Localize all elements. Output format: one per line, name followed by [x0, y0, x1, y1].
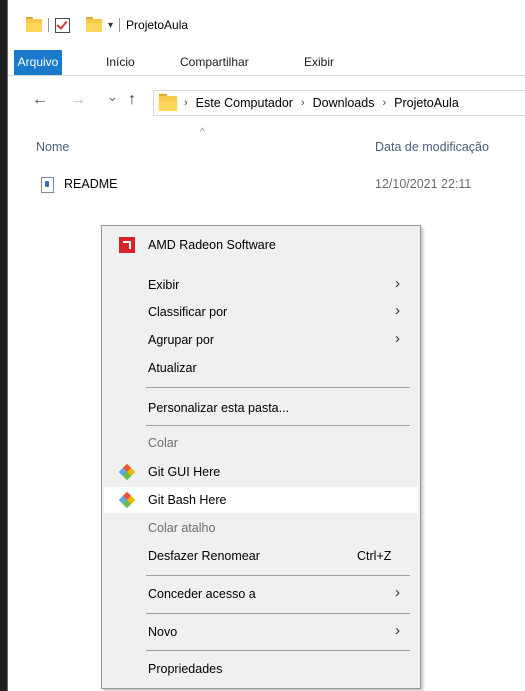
submenu-chevron-icon: › [395, 584, 400, 601]
window-title: ProjetoAula [126, 18, 189, 32]
menu-item-colar-atalho: Colar atalho [104, 515, 418, 541]
menu-item-propriedades[interactable]: Propriedades [104, 656, 418, 682]
breadcrumb-chevron-icon[interactable]: › [184, 97, 188, 109]
breadcrumb-chevron-icon[interactable]: › [301, 97, 305, 109]
menu-item-label: Personalizar esta pasta... [148, 401, 290, 415]
git-icon [118, 491, 136, 509]
menu-item-label: Propriedades [148, 662, 223, 676]
submenu-chevron-icon: › [395, 275, 400, 292]
forward-arrow-icon[interactable]: → [70, 91, 86, 109]
breadcrumb-projetoaula[interactable]: ProjetoAula [394, 96, 459, 110]
toolbar-separator [48, 18, 49, 32]
title-bar: ▾ ProjetoAula [8, 0, 525, 50]
navigation-bar: ← → ⌄ ↑ › Este Computador › Downloads › … [8, 85, 525, 119]
menu-item-label: Exibir [148, 278, 180, 292]
submenu-chevron-icon: › [395, 302, 400, 319]
menu-item-label: Git Bash Here [148, 493, 227, 507]
toolbar-separator [119, 18, 121, 32]
breadcrumb-chevron-icon[interactable]: › [382, 97, 386, 109]
address-bar[interactable]: › Este Computador › Downloads › ProjetoA… [153, 90, 525, 116]
menu-item-agrupar-por[interactable]: Agrupar por › [104, 327, 418, 353]
menu-item-classificar-por[interactable]: Classificar por › [104, 299, 418, 325]
amd-radeon-icon [119, 237, 135, 253]
file-row[interactable]: README 12/10/2021 22:11 [8, 172, 525, 198]
menu-item-label: Git GUI Here [148, 465, 221, 479]
tab-exibir[interactable]: Exibir [304, 50, 334, 75]
text-file-icon [41, 177, 54, 193]
folder-icon [158, 93, 178, 111]
window-left-edge [0, 0, 8, 691]
folder-icon[interactable] [26, 16, 42, 32]
quick-access-toolbar: ▾ ProjetoAula [26, 14, 188, 36]
breadcrumb-este-computador[interactable]: Este Computador [196, 96, 293, 110]
file-date-modified: 12/10/2021 22:11 [375, 177, 472, 191]
context-menu: AMD Radeon Software Exibir › Classificar… [101, 225, 421, 689]
new-folder-icon[interactable] [86, 16, 102, 32]
menu-item-git-bash-here[interactable]: Git Bash Here [104, 487, 418, 513]
breadcrumb-downloads[interactable]: Downloads [313, 96, 375, 110]
recent-locations-chevron-icon[interactable]: ⌄ [107, 89, 118, 105]
menu-item-git-gui-here[interactable]: Git GUI Here [104, 459, 418, 485]
sort-ascending-icon: ^ [200, 127, 205, 138]
menu-item-label: Colar [148, 436, 178, 450]
back-arrow-icon[interactable]: ← [32, 91, 48, 109]
shortcut-label: Ctrl+Z [357, 549, 392, 563]
menu-item-label: Desfazer Renomear [148, 549, 260, 563]
menu-item-label: Conceder acesso a [148, 587, 256, 601]
menu-separator [146, 613, 410, 614]
menu-item-label: Colar atalho [148, 521, 216, 535]
customize-toolbar-dropdown[interactable]: ▾ [108, 20, 113, 31]
column-header-name[interactable]: Nome [36, 140, 69, 154]
column-header-date-modified[interactable]: Data de modificação [375, 140, 489, 154]
git-icon [118, 463, 136, 481]
menu-item-label: AMD Radeon Software [148, 238, 276, 252]
menu-item-desfazer-renomear[interactable]: Desfazer Renomear Ctrl+Z [104, 543, 418, 569]
menu-item-colar: Colar [104, 430, 418, 456]
submenu-chevron-icon: › [395, 330, 400, 347]
menu-item-amd-radeon-software[interactable]: AMD Radeon Software [104, 232, 418, 258]
menu-item-label: Classificar por [148, 305, 228, 319]
menu-item-label: Atualizar [148, 361, 197, 375]
file-name: README [64, 177, 118, 191]
tab-compartilhar[interactable]: Compartilhar [180, 50, 249, 75]
menu-separator [146, 650, 410, 651]
menu-separator [146, 575, 410, 576]
menu-item-label: Novo [148, 625, 178, 639]
menu-item-label: Agrupar por [148, 333, 215, 347]
menu-item-personalizar-esta-pasta[interactable]: Personalizar esta pasta... [104, 395, 418, 421]
menu-item-exibir[interactable]: Exibir › [104, 272, 418, 298]
menu-separator [146, 387, 410, 388]
menu-item-conceder-acesso-a[interactable]: Conceder acesso a › [104, 581, 418, 607]
menu-item-novo[interactable]: Novo › [104, 619, 418, 645]
ribbon-tabs: Arquivo Início Compartilhar Exibir [8, 50, 525, 76]
tab-inicio[interactable]: Início [106, 50, 135, 75]
menu-item-atualizar[interactable]: Atualizar [104, 355, 418, 381]
submenu-chevron-icon: › [395, 622, 400, 639]
tab-arquivo[interactable]: Arquivo [14, 50, 62, 75]
properties-check-icon[interactable] [55, 17, 70, 33]
menu-separator [146, 425, 410, 426]
up-arrow-icon[interactable]: ↑ [128, 91, 136, 109]
